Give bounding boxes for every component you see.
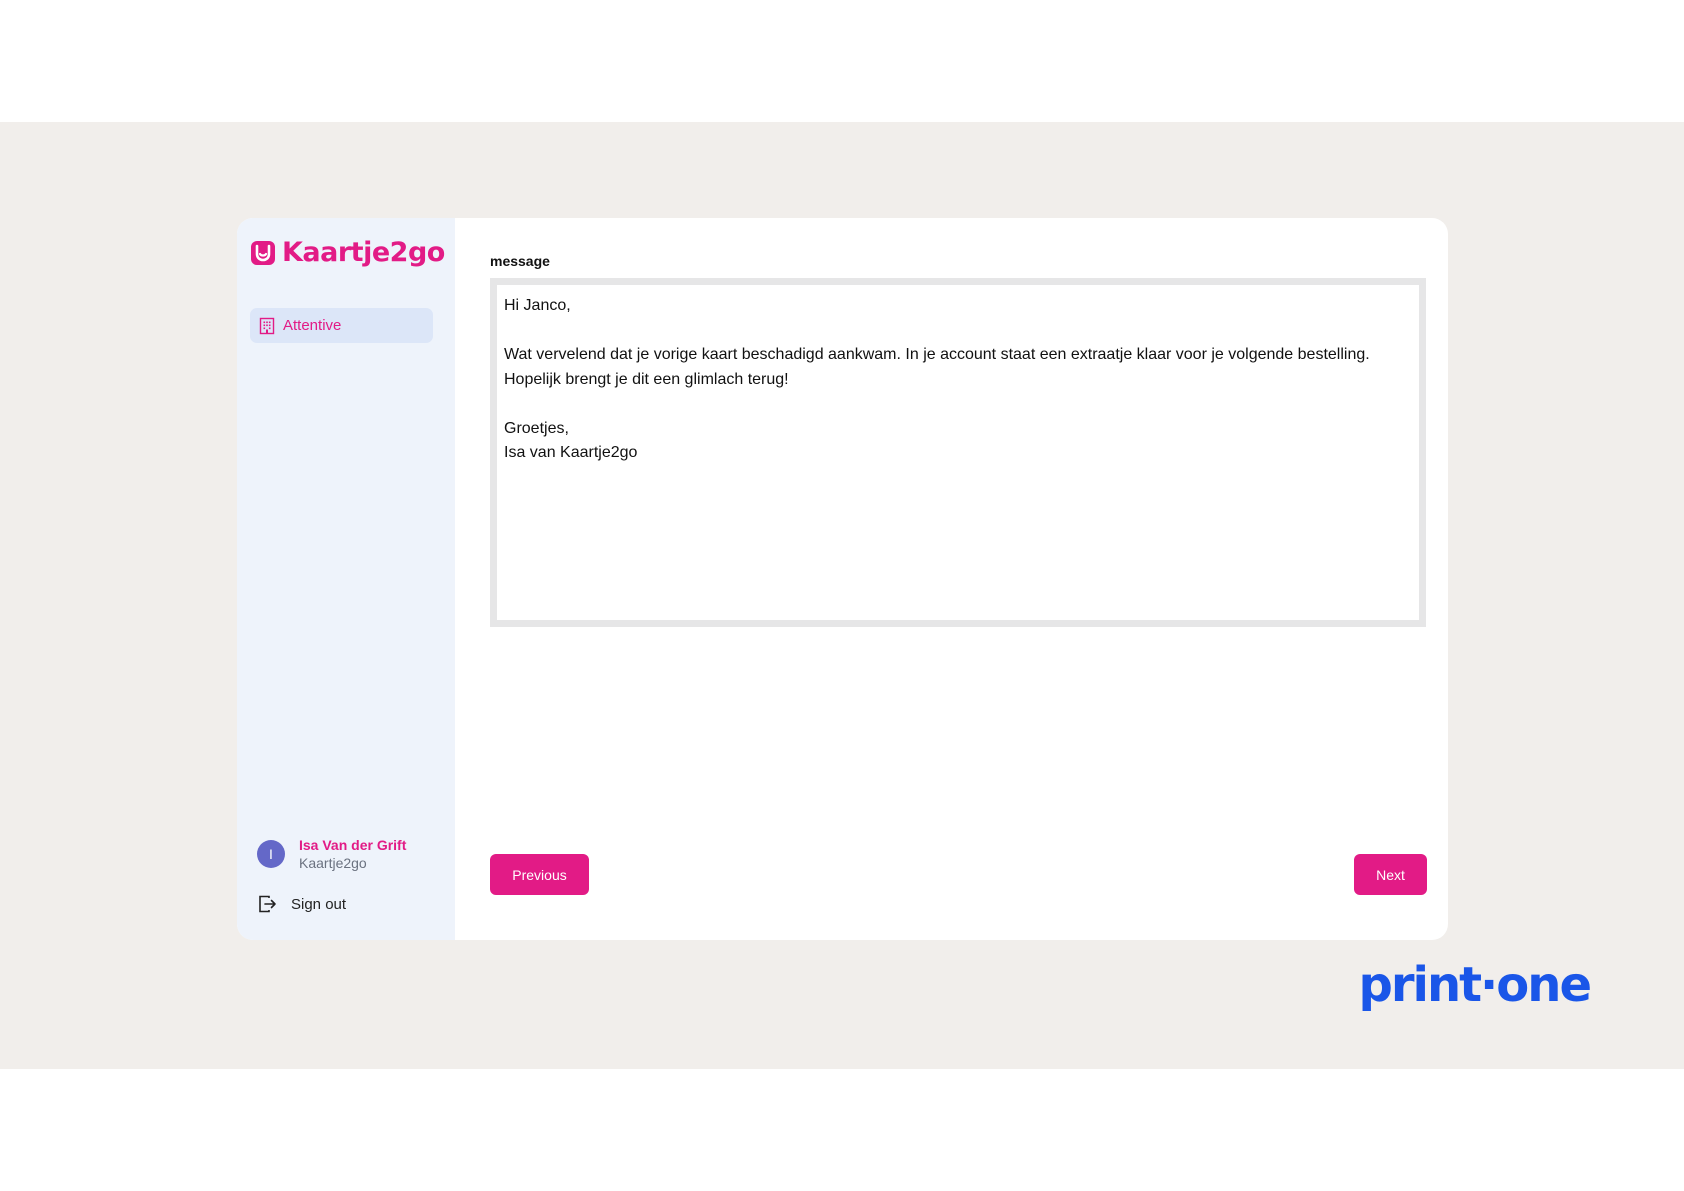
sidebar-item-label: Attentive xyxy=(283,317,342,334)
main-content: message Hi Janco, Wat vervelend dat je v… xyxy=(455,218,1448,940)
sidebar-item-attentive[interactable]: Attentive xyxy=(250,308,433,343)
message-label: message xyxy=(490,253,550,269)
user-info: Isa Van der Grift Kaartje2go xyxy=(299,836,406,872)
user-profile[interactable]: I Isa Van der Grift Kaartje2go xyxy=(257,836,406,872)
logo-text: Kaartje2go xyxy=(282,237,445,268)
avatar: I xyxy=(257,840,285,868)
sign-out-button[interactable]: Sign out xyxy=(257,894,346,914)
next-button[interactable]: Next xyxy=(1354,854,1427,895)
sign-out-icon xyxy=(259,895,276,913)
kaartje2go-logo-icon xyxy=(251,241,275,265)
app-window: Kaartje2go Attentive I Isa Van der Grift… xyxy=(237,218,1448,940)
sidebar: Kaartje2go Attentive I Isa Van der Grift… xyxy=(237,218,455,940)
user-organization: Kaartje2go xyxy=(299,855,367,871)
message-field-frame: Hi Janco, Wat vervelend dat je vorige ka… xyxy=(490,278,1426,627)
print-one-logo: print·one xyxy=(1358,957,1592,1013)
page-background: Kaartje2go Attentive I Isa Van der Grift… xyxy=(0,122,1684,1069)
sign-out-label: Sign out xyxy=(291,895,347,913)
logo[interactable]: Kaartje2go xyxy=(250,238,445,268)
previous-button[interactable]: Previous xyxy=(490,854,589,895)
message-textarea[interactable]: Hi Janco, Wat vervelend dat je vorige ka… xyxy=(497,285,1419,620)
building-icon xyxy=(259,317,275,334)
user-name: Isa Van der Grift xyxy=(299,837,407,853)
